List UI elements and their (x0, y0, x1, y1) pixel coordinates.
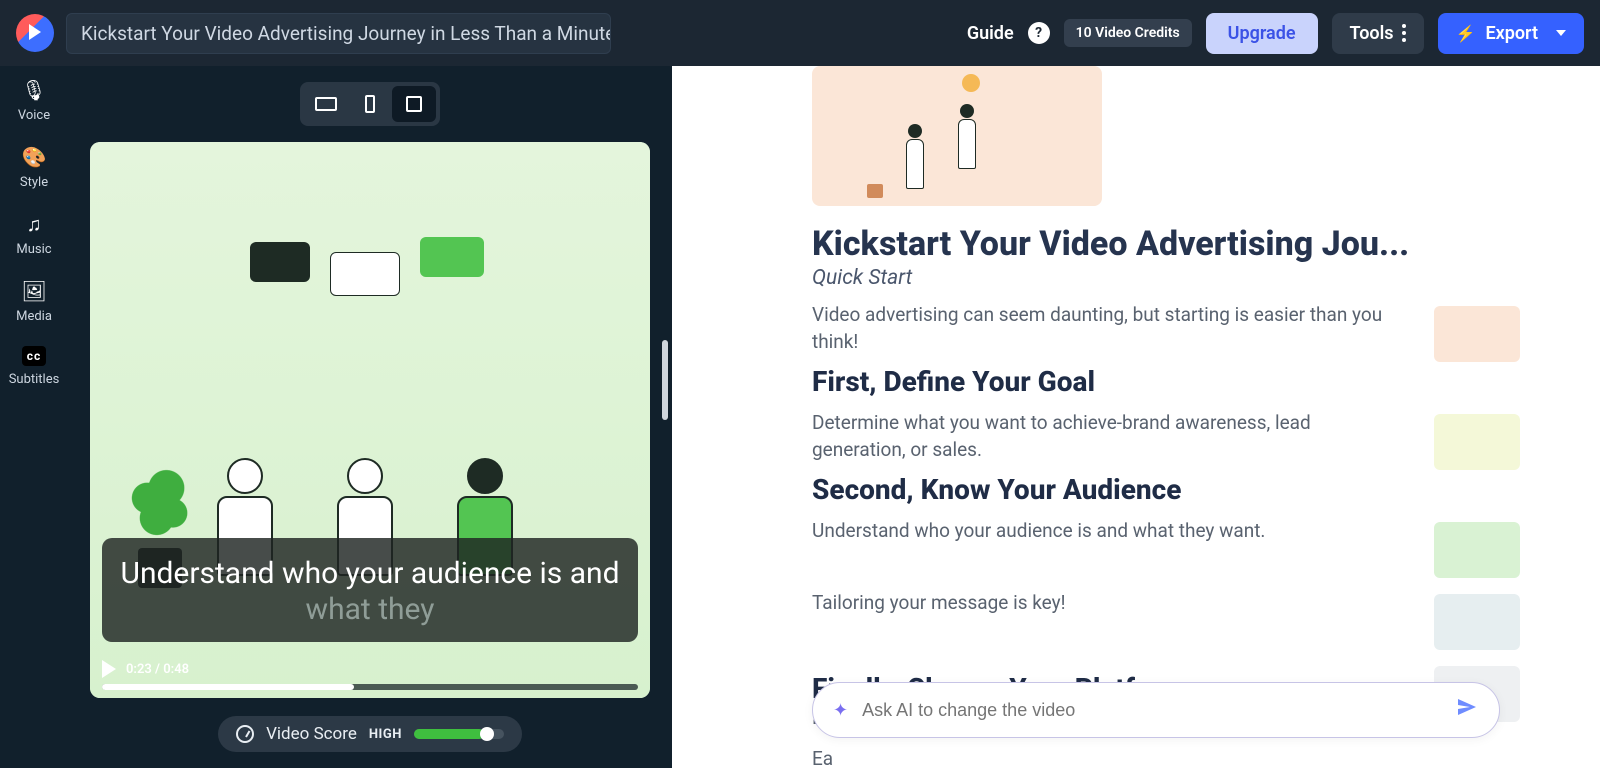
section-thumb[interactable] (1434, 522, 1520, 578)
sidebar-item-subtitles[interactable]: cc Subtitles (9, 346, 60, 387)
section-thumb[interactable] (1434, 306, 1520, 362)
player-controls: 0:23 / 0:48 (90, 652, 650, 698)
section-body[interactable]: Video advertising can seem daunting, but… (812, 302, 1404, 355)
play-icon[interactable] (102, 660, 116, 678)
desktop-icon (315, 97, 337, 111)
section-thumb[interactable] (1434, 414, 1520, 470)
image-icon: 🖼 (22, 279, 46, 303)
sidebar-item-style[interactable]: 🎨 Style (20, 145, 48, 190)
video-stage[interactable]: Understand who your audience is and what… (90, 142, 650, 698)
sidebar-item-label: Media (16, 309, 52, 324)
kebab-icon (1402, 24, 1406, 42)
sidebar-item-label: Music (16, 242, 51, 257)
section-body[interactable]: Understand who your audience is and what… (812, 518, 1404, 545)
video-score-pill[interactable]: Video Score HIGH (218, 716, 522, 752)
gauge-icon (236, 725, 254, 743)
mobile-icon (365, 95, 375, 113)
section-body-trailing: Ea (812, 746, 1404, 768)
score-meter (414, 729, 504, 739)
upgrade-button[interactable]: Upgrade (1206, 13, 1318, 54)
aspect-desktop[interactable] (304, 86, 348, 122)
sidebar-item-music[interactable]: ♫ Music (16, 212, 51, 257)
microphone-icon: 🎙 (22, 78, 46, 102)
section-body[interactable]: Tailoring your message is key! (812, 590, 1404, 617)
sidebar-item-label: Voice (18, 108, 50, 123)
export-button[interactable]: ⚡ Export (1438, 13, 1584, 54)
palette-icon: 🎨 (22, 145, 46, 169)
chevron-down-icon (1556, 30, 1566, 36)
top-bar: Kickstart Your Video Advertising Journey… (0, 0, 1600, 66)
progress-bar[interactable] (102, 684, 638, 690)
app-logo (16, 14, 54, 52)
section-heading[interactable]: First, Define Your Goal (812, 365, 1404, 398)
left-sidebar: 🎙 Voice 🎨 Style ♫ Music 🖼 Media cc Subti… (0, 66, 68, 768)
help-icon[interactable]: ? (1028, 22, 1050, 44)
sidebar-item-voice[interactable]: 🎙 Voice (18, 78, 50, 123)
score-level: HIGH (369, 727, 402, 742)
preview-panel: Understand who your audience is and what… (68, 66, 672, 768)
caption-overlay: Understand who your audience is and what… (102, 538, 638, 642)
aspect-mobile[interactable] (348, 86, 392, 122)
export-label: Export (1485, 23, 1538, 44)
panel-resize-handle[interactable] (662, 340, 668, 420)
bolt-icon: ⚡ (1456, 24, 1476, 43)
ai-prompt-bar[interactable]: ✦ (812, 682, 1500, 738)
tools-label: Tools (1350, 23, 1394, 44)
section-thumb[interactable] (1434, 594, 1520, 650)
project-title-input[interactable]: Kickstart Your Video Advertising Journey… (66, 13, 611, 54)
script-panel: Kickstart Your Video Advertising Jou... … (672, 66, 1600, 768)
caption-text-pending: what they (306, 592, 435, 627)
hero-thumb (812, 66, 1102, 206)
section-body[interactable]: Determine what you want to achieve-brand… (812, 410, 1404, 463)
doc-subtitle: Quick Start (812, 266, 1520, 290)
score-label: Video Score (266, 724, 357, 744)
ai-input[interactable] (862, 700, 1455, 721)
tools-button[interactable]: Tools (1332, 13, 1424, 54)
sparkle-icon: ✦ (833, 700, 848, 721)
cc-icon: cc (22, 346, 47, 366)
credits-badge[interactable]: 10 Video Credits (1064, 19, 1192, 47)
sidebar-item-media[interactable]: 🖼 Media (16, 279, 52, 324)
sidebar-item-label: Style (20, 175, 48, 190)
aspect-square[interactable] (392, 86, 436, 122)
aspect-switch (300, 82, 440, 126)
doc-title: Kickstart Your Video Advertising Jou... (812, 224, 1520, 264)
sidebar-item-label: Subtitles (9, 372, 60, 387)
guide-link[interactable]: Guide (967, 23, 1014, 44)
music-icon: ♫ (22, 212, 46, 236)
caption-text: Understand who your audience is and (120, 556, 619, 591)
section-heading[interactable]: Second, Know Your Audience (812, 473, 1404, 506)
square-icon (406, 96, 422, 112)
send-icon[interactable] (1455, 695, 1479, 725)
time-display: 0:23 / 0:48 (126, 662, 189, 677)
